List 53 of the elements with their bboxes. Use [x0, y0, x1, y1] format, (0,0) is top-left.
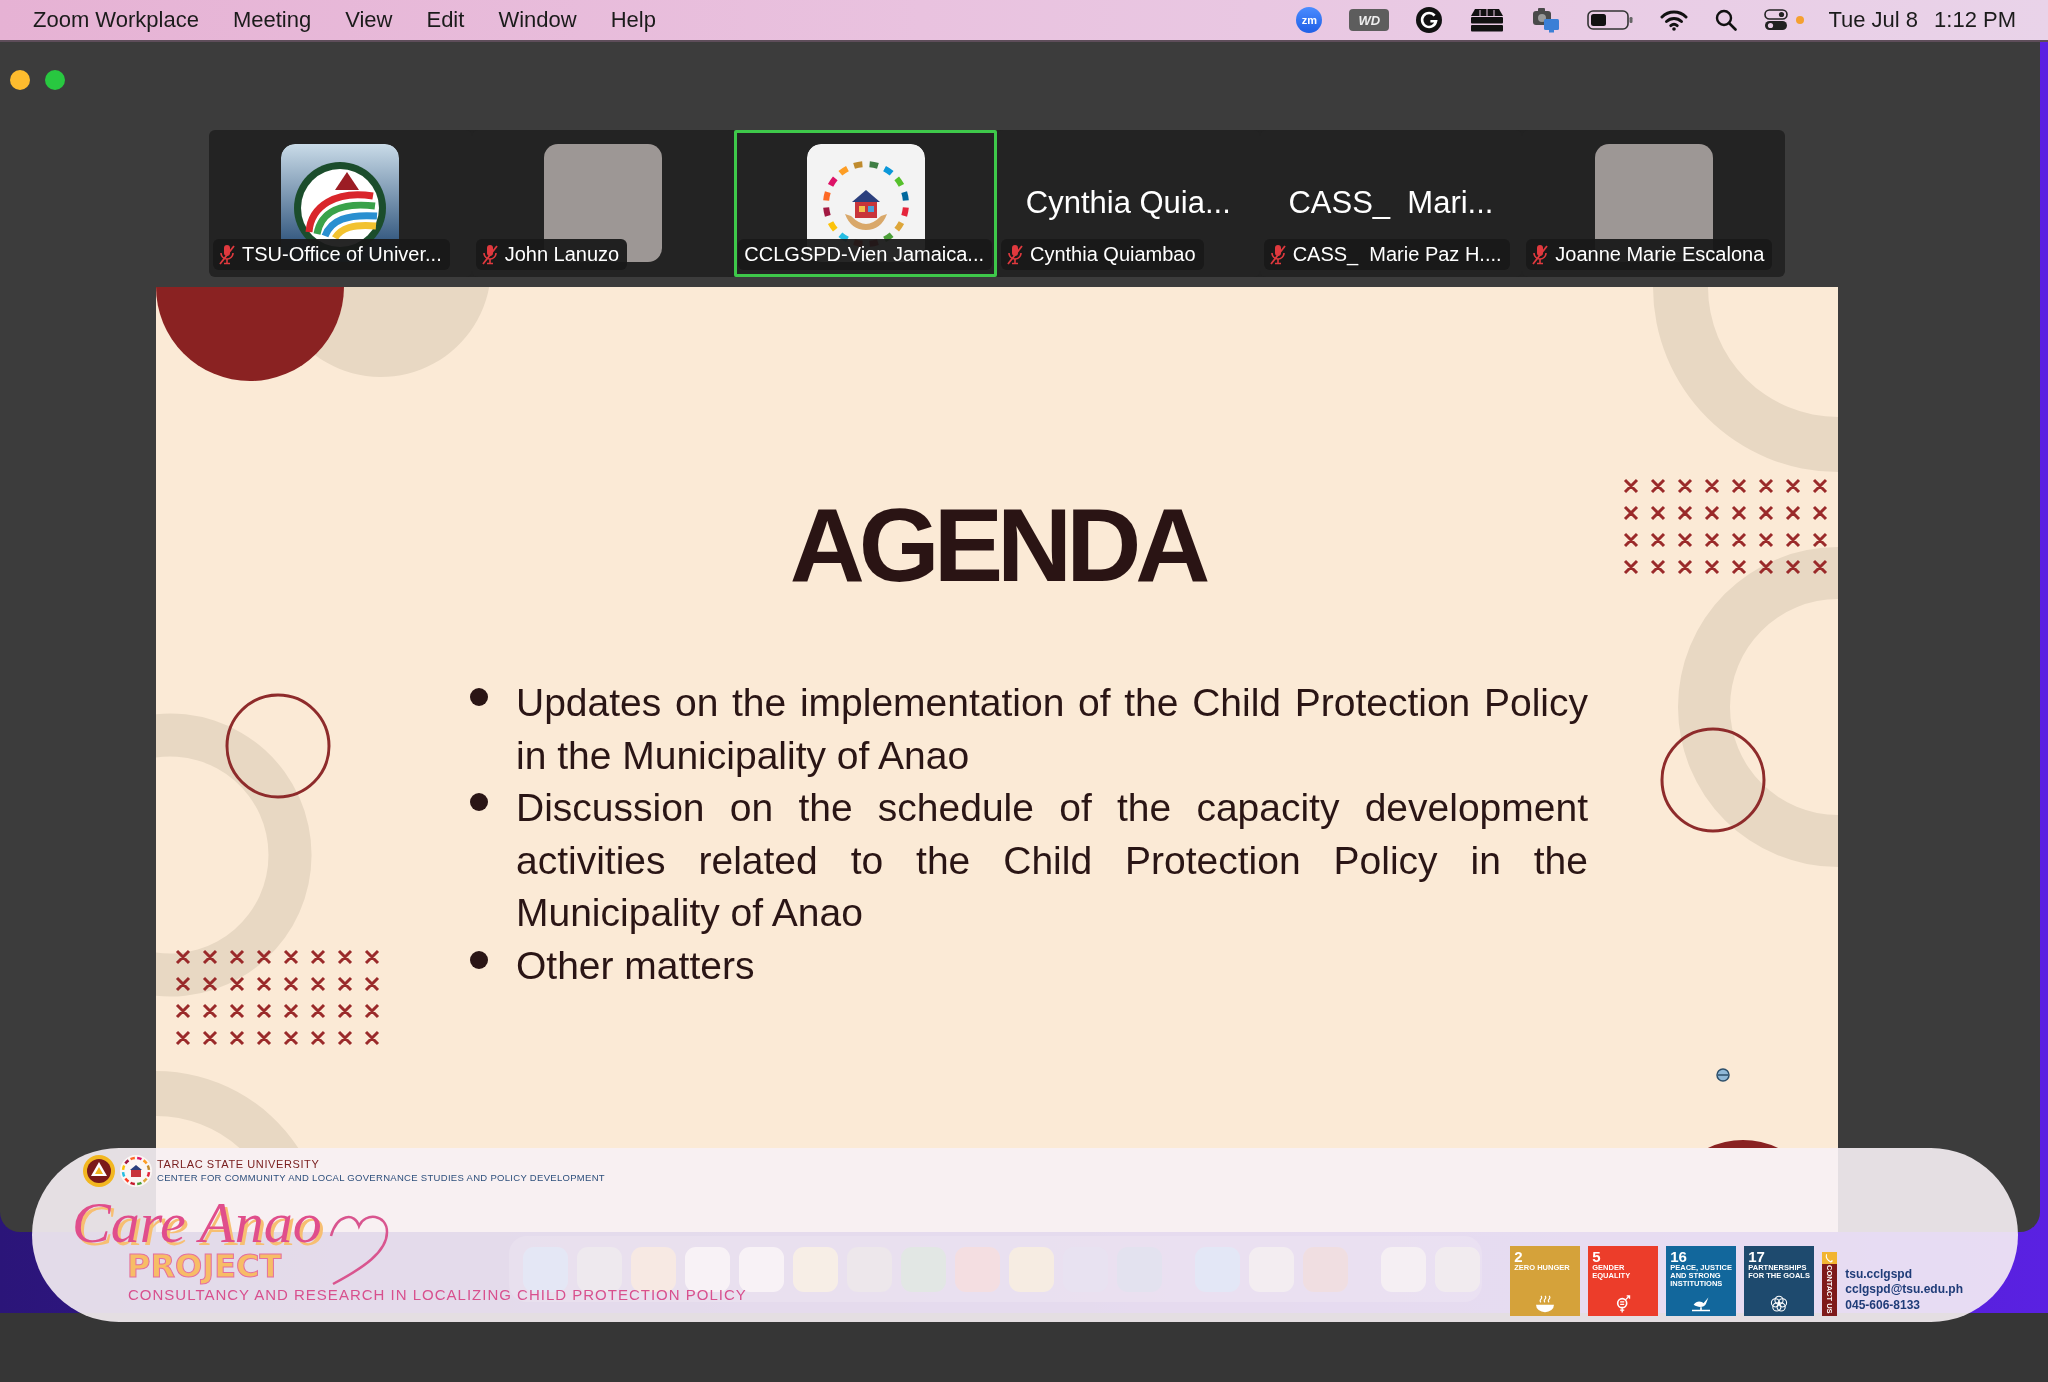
participant-name: CCLGSPD-Vien Jamaica...	[744, 243, 985, 266]
participant-tile[interactable]: CCLGSPD-Vien Jamaica...	[734, 130, 997, 277]
menu-item[interactable]: Meeting	[232, 7, 312, 33]
goal-number: 2	[1514, 1249, 1523, 1264]
contact-text: cclgspd@tsu.edu.ph	[1845, 1282, 1963, 1298]
app-menu[interactable]: Zoom Workplace	[33, 7, 199, 33]
bullet-text: Discussion on the schedule of the capacity development activities related to the Child Protection Policy in the Municipality of Anao	[516, 785, 1588, 936]
participant-name: John Lanuzo	[504, 243, 620, 266]
bullet-icon	[470, 950, 488, 969]
project-tagline: CONSULTANCY AND RESEARCH IN LOCALIZING CHILD PROTECTION POLICY	[128, 1286, 747, 1304]
menu-item[interactable]: Help	[610, 7, 656, 33]
goal-number: 5	[1592, 1249, 1601, 1264]
circle-logo-icon[interactable]	[1416, 7, 1443, 33]
phone-icon	[1822, 1252, 1838, 1264]
triangle-seal-icon	[83, 1155, 115, 1187]
participant-display-name: Cynthia Quia...	[1025, 185, 1231, 221]
camera-screen-icon[interactable]	[1532, 7, 1561, 33]
participant-name: Cynthia Quiambao	[1029, 243, 1196, 266]
participant-name: TSU-Office of Univer...	[242, 243, 442, 266]
participant-name: Joanne Marie Escalona	[1555, 243, 1765, 266]
center-name: CENTER FOR COMMUNITY AND LOCAL GOVERNANCE STUDIES AND POLICY DEVELOPMENT	[157, 1171, 605, 1184]
contact-text: 045-606-8133	[1845, 1297, 1921, 1313]
fullscreen-button[interactable]	[45, 70, 65, 90]
participant-name: CASS_ Marie Paz H....	[1292, 243, 1502, 266]
goal-number: 17	[1748, 1249, 1765, 1264]
drive-stack-icon[interactable]	[1469, 8, 1506, 32]
battery-icon[interactable]	[1587, 9, 1634, 31]
search-icon[interactable]	[1715, 9, 1738, 31]
bullet-text: Updates on the implementation of the Child Protection Policy in the Municipality of Anao	[516, 680, 1588, 779]
university-name: TARLAC STATE UNIVERSITY	[157, 1158, 321, 1171]
menu-item[interactable]: View	[345, 7, 393, 33]
contact-text: tsu.cclgspd	[1845, 1266, 1913, 1282]
wifi-icon[interactable]	[1660, 9, 1689, 31]
minus-circle-icon	[1716, 1068, 1730, 1082]
minimize-button[interactable]	[10, 70, 30, 90]
control-center-icon[interactable]	[1764, 9, 1789, 31]
bowl-icon	[1534, 1295, 1557, 1313]
zoom-app-icon[interactable]: zm	[1296, 7, 1323, 33]
bullet-text: Other matters	[516, 942, 756, 989]
status-dot-icon	[1796, 16, 1805, 24]
house-ring-icon	[120, 1155, 152, 1187]
drive-app-icon[interactable]: WD	[1349, 9, 1390, 31]
goal-number: 16	[1670, 1249, 1687, 1264]
dove-icon	[1690, 1295, 1713, 1313]
menu-bar-date: Tue Jul 8	[1828, 7, 1919, 33]
menu-item[interactable]: Edit	[426, 7, 465, 33]
disc-decoration	[1707, 1140, 1779, 1148]
menu-item[interactable]: Window	[498, 7, 577, 33]
participant-display-name: CASS_ Mari...	[1288, 185, 1494, 221]
slide-title: AGENDA	[789, 493, 1205, 597]
bullet-icon	[470, 793, 488, 811]
menu-bar-time: 1:12 PM	[1934, 7, 2016, 33]
bullet-icon	[470, 688, 488, 706]
